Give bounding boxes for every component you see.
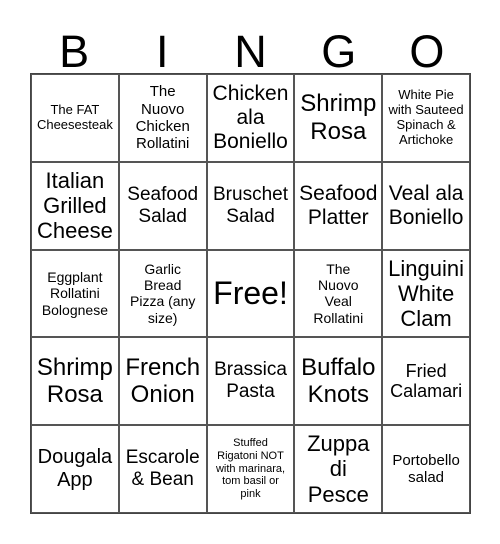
bingo-cell[interactable]: Escarole & Bean [118, 425, 207, 513]
bingo-cell[interactable]: Zuppa di Pesce [294, 425, 383, 513]
bingo-cell[interactable]: Portobello salad [382, 425, 470, 513]
bingo-cell[interactable]: Seafood Salad [118, 161, 207, 250]
bingo-cell[interactable]: Stuffed Rigatoni NOT with marinara, tom … [206, 425, 295, 513]
bingo-cell[interactable]: Bruschet Salad [206, 161, 295, 250]
header-letter-i: I [156, 26, 169, 77]
header-letter-g: G [321, 26, 357, 77]
bingo-cell[interactable]: Chicken ala Boniello [206, 74, 295, 162]
bingo-header: B I N G O [30, 26, 471, 77]
free-space-cell[interactable]: Free! [206, 249, 295, 338]
bingo-cell[interactable]: Italian Grilled Cheese [31, 161, 119, 250]
bingo-cell[interactable]: Garlic Bread Pizza (any size) [118, 249, 207, 338]
bingo-cell[interactable]: Shrimp Rosa [31, 337, 119, 426]
bingo-grid: The FAT Cheesesteak The Nuovo Chicken Rol… [30, 73, 471, 514]
header-letter-b: B [59, 26, 90, 77]
bingo-cell[interactable]: Dougala App [31, 425, 119, 513]
bingo-cell[interactable]: Seafood Platter [294, 161, 383, 250]
bingo-cell[interactable]: Buffalo Knots [294, 337, 383, 426]
bingo-cell[interactable]: The Nuovo Veal Rollatini [294, 249, 383, 338]
bingo-cell[interactable]: Linguini White Clam [382, 249, 470, 338]
bingo-cell[interactable]: Veal ala Boniello [382, 161, 470, 250]
header-letter-n: N [234, 26, 267, 77]
bingo-cell[interactable]: Fried Calamari [382, 337, 470, 426]
bingo-cell[interactable]: French Onion [118, 337, 207, 426]
bingo-cell[interactable]: Eggplant Rollatini Bolognese [31, 249, 119, 338]
bingo-cell[interactable]: The Nuovo Chicken Rollatini [118, 74, 207, 162]
bingo-cell[interactable]: Brassica Pasta [206, 337, 295, 426]
header-letter-o: O [409, 26, 445, 77]
bingo-cell[interactable]: Shrimp Rosa [294, 74, 383, 162]
bingo-cell[interactable]: White Pie with Sauteed Spinach & Articho… [382, 74, 470, 162]
bingo-cell[interactable]: The FAT Cheesesteak [31, 74, 119, 162]
